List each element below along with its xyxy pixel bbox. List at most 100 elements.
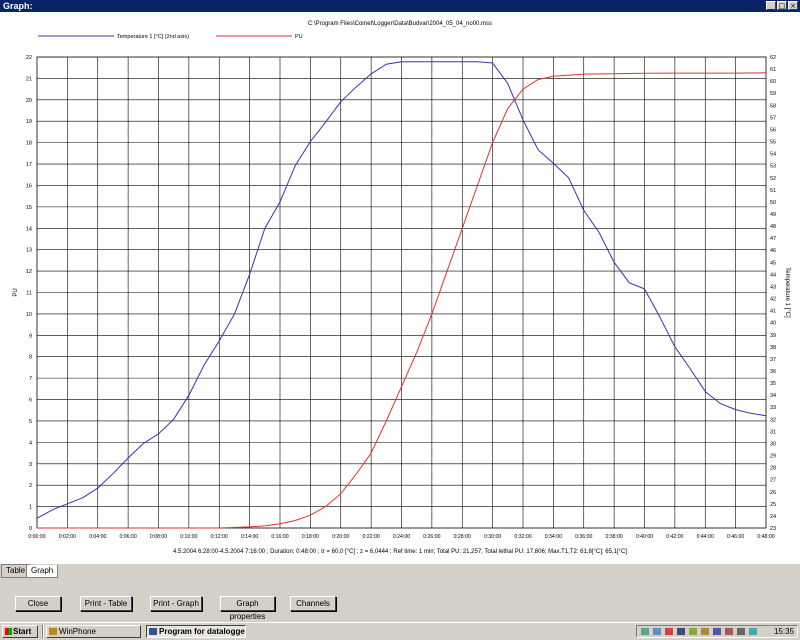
keyboard-icon[interactable] (677, 628, 685, 635)
y-tick-label: 14 (26, 226, 32, 232)
y2-tick-label: 47 (770, 236, 776, 242)
windows-logo-icon (5, 628, 12, 635)
x-tick-label: 0:22:00 (362, 534, 379, 540)
x-tick-label: 0:46:00 (727, 534, 744, 540)
y-tick-label: 19 (26, 119, 32, 125)
y-tick-label: 4 (29, 440, 32, 446)
close-window-button[interactable]: × (788, 1, 798, 10)
button-row: Close Print - Table Print - Graph Graph … (0, 596, 800, 621)
y-tick-label: 6 (29, 398, 32, 404)
x-tick-label: 0:00:00 (28, 534, 45, 540)
y2-tick-label: 61 (770, 67, 776, 73)
task-program-for-dataloggers[interactable]: Program for dataloggers (146, 625, 246, 638)
y-tick-label: 20 (26, 98, 32, 104)
task-winphone[interactable]: WinPhone (46, 625, 141, 638)
maximize-button[interactable]: □ (777, 1, 787, 10)
y2-tick-label: 26 (770, 490, 776, 496)
x-tick-label: 0:38:00 (605, 534, 622, 540)
x-tick-label: 0:28:00 (454, 534, 471, 540)
y-axis-label: PU (13, 288, 19, 296)
y2-tick-label: 32 (770, 417, 776, 423)
taskbar: Start WinPhone Program for dataloggers 1… (0, 622, 800, 640)
winphone-icon (49, 628, 57, 635)
file-path: C:\Program Files\Comet\Logger\Data\Budva… (308, 21, 492, 27)
y2-tick-label: 46 (770, 248, 776, 254)
folder-icon[interactable] (701, 628, 709, 635)
graph-footer: 4.5.2004 6:28:00-4.5.2004 7:16:00 ; Dura… (173, 549, 627, 555)
x-tick-label: 0:36:00 (575, 534, 592, 540)
y-tick-label: 8 (29, 355, 32, 361)
x-tick-label: 0:20:00 (332, 534, 349, 540)
graph-area: C:\Program Files\Comet\Logger\Data\Budva… (0, 12, 800, 564)
y2-tick-label: 59 (770, 91, 776, 97)
x-tick-label: 0:10:00 (180, 534, 197, 540)
chart-grid (36, 56, 767, 529)
x-tick-label: 0:32:00 (514, 534, 531, 540)
close-button[interactable]: Close (15, 596, 61, 611)
y2-tick-label: 37 (770, 357, 776, 363)
y2-axis-label: Temperature 1 [°C] (784, 267, 790, 318)
x-tick-label: 0:08:00 (150, 534, 167, 540)
legend-label: Temperature 1 [°C] (2nd axis) (117, 34, 189, 40)
y2-tick-label: 36 (770, 369, 776, 375)
volume-icon[interactable] (737, 628, 745, 635)
y2-tick-label: 39 (770, 333, 776, 339)
channels-button[interactable]: Channels (290, 596, 336, 611)
task-program-label: Program for dataloggers (159, 627, 246, 636)
x-tick-label: 0:06:00 (119, 534, 136, 540)
minimize-button[interactable]: _ (766, 1, 776, 10)
tab-graph[interactable]: Graph (26, 565, 59, 578)
window-title: Graph: (3, 1, 33, 11)
graph-properties-button[interactable]: Graph properties (220, 596, 275, 621)
start-label: Start (13, 627, 32, 636)
monitor-icon[interactable] (653, 628, 661, 635)
print-graph-button[interactable]: Print - Graph (150, 596, 202, 611)
y2-tick-label: 44 (770, 272, 776, 278)
y-tick-label: 3 (29, 462, 32, 468)
y2-tick-label: 54 (770, 152, 776, 158)
y2-tick-label: 58 (770, 103, 776, 109)
y2-tick-label: 45 (770, 260, 776, 266)
y2-tick-label: 29 (770, 454, 776, 460)
x-tick-label: 0:30:00 (484, 534, 501, 540)
clock: 15:35 (773, 627, 794, 636)
y2-tick-label: 60 (770, 79, 776, 85)
x-tick-label: 0:44:00 (697, 534, 714, 540)
y2-tick-label: 25 (770, 502, 776, 508)
y-tick-label: 13 (26, 248, 32, 254)
power-icon[interactable] (725, 628, 733, 635)
y2-tick-label: 40 (770, 321, 776, 327)
task-winphone-label: WinPhone (59, 627, 96, 636)
y-tick-label: 5 (29, 419, 32, 425)
y-tick-label: 12 (26, 269, 32, 275)
y2-tick-label: 33 (770, 405, 776, 411)
y2-tick-label: 55 (770, 140, 776, 146)
display-settings-icon[interactable] (713, 628, 721, 635)
legend-label: PU (295, 34, 303, 40)
window-titlebar: Graph: _ □ × (0, 0, 800, 12)
y2-tick-label: 52 (770, 176, 776, 182)
start-button[interactable]: Start (2, 625, 38, 638)
x-tick-label: 0:12:00 (211, 534, 228, 540)
print-table-button[interactable]: Print - Table (80, 596, 132, 611)
y2-tick-label: 49 (770, 212, 776, 218)
x-tick-label: 0:02:00 (59, 534, 76, 540)
y2-tick-label: 53 (770, 164, 776, 170)
y-tick-label: 16 (26, 183, 32, 189)
network-icon[interactable] (641, 628, 649, 635)
x-tick-label: 0:42:00 (666, 534, 683, 540)
y-tick-label: 21 (26, 76, 32, 82)
y2-tick-label: 23 (770, 526, 776, 532)
printer-icon[interactable] (689, 628, 697, 635)
y2-tick-label: 56 (770, 127, 776, 133)
x-tick-label: 0:14:00 (241, 534, 258, 540)
language-icon[interactable] (749, 628, 757, 635)
taskbar-separator (42, 625, 44, 638)
y2-tick-label: 42 (770, 297, 776, 303)
x-tick-label: 0:24:00 (393, 534, 410, 540)
y2-tick-label: 57 (770, 115, 776, 121)
antivirus-icon[interactable] (665, 628, 673, 635)
y-tick-label: 7 (29, 376, 32, 382)
y2-tick-label: 41 (770, 309, 776, 315)
y-tick-label: 0 (29, 526, 32, 532)
